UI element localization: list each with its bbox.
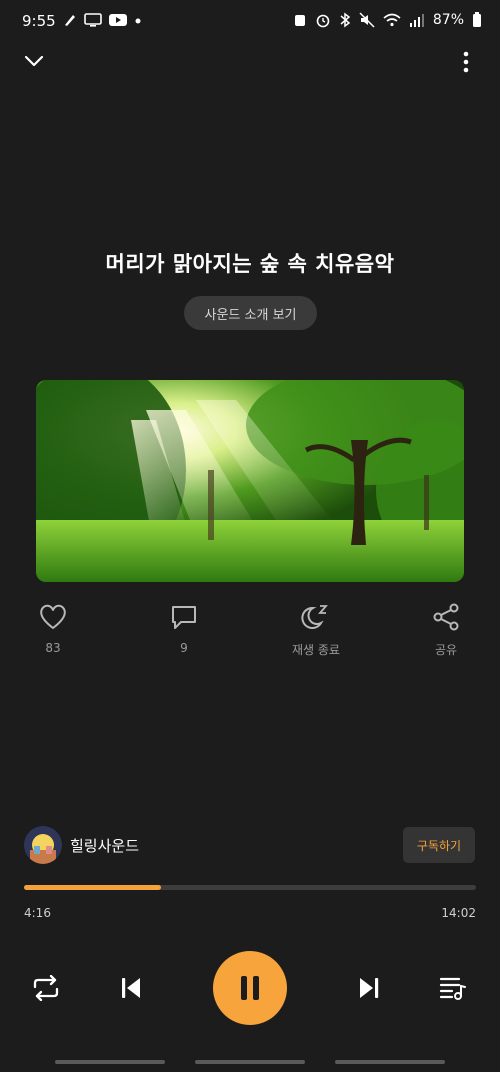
subscribe-button[interactable]: 구독하기: [403, 827, 475, 863]
collapse-button[interactable]: [20, 48, 48, 74]
repeat-icon: [33, 975, 59, 1001]
more-vertical-icon: [463, 51, 469, 73]
alarm-app-icon: [294, 15, 305, 26]
system-nav-bar: [0, 1060, 500, 1066]
more-options-button[interactable]: [454, 48, 478, 76]
tv-notification-icon: [84, 13, 102, 27]
status-left-icons: [62, 12, 142, 28]
skip-next-icon: [360, 978, 379, 998]
share-icon: [433, 603, 459, 631]
playlist-button[interactable]: [436, 972, 470, 1004]
nav-back-handle[interactable]: [335, 1060, 445, 1064]
repeat-button[interactable]: [28, 972, 64, 1004]
youtube-notification-icon: [109, 14, 127, 26]
nav-recents-handle[interactable]: [55, 1060, 165, 1064]
channel-info[interactable]: 힐링사운드: [24, 826, 139, 864]
dot-notification-icon: [135, 18, 141, 24]
sleep-timer-button[interactable]: 재생 종료: [276, 603, 356, 658]
progress-fill: [24, 885, 162, 890]
mute-icon: [359, 12, 375, 28]
pen-notification-icon: [65, 15, 75, 26]
heart-icon: [40, 604, 66, 629]
skip-previous-icon: [122, 978, 140, 998]
progress-bar[interactable]: [24, 885, 476, 890]
total-time: 14:02: [441, 906, 476, 920]
status-right-icons: 87%: [293, 12, 482, 28]
like-count: 83: [45, 641, 61, 655]
status-time: 9:55: [22, 12, 56, 30]
sound-intro-button[interactable]: 사운드 소개 보기: [184, 296, 317, 330]
signal-icon: [409, 14, 424, 27]
forest-image: [36, 380, 464, 582]
track-artwork: [36, 380, 464, 582]
battery-icon: [473, 12, 481, 27]
wifi-icon: [383, 13, 401, 27]
previous-button[interactable]: [114, 972, 148, 1004]
battery-percent: 87%: [432, 12, 464, 28]
channel-name: 힐링사운드: [70, 836, 140, 855]
channel-avatar: [24, 826, 62, 864]
comment-icon: [172, 606, 196, 629]
comment-button[interactable]: 9: [144, 603, 224, 655]
status-bar: 9:55 87%: [0, 0, 500, 44]
channel-avatar-image: [24, 826, 62, 864]
like-button[interactable]: 83: [13, 603, 93, 655]
pause-icon: [241, 976, 259, 1000]
share-button[interactable]: 공유: [406, 603, 486, 658]
action-row: 83 9 재생 종료 공유: [0, 603, 500, 673]
alarm-clock-icon: [316, 14, 330, 28]
sleep-timer-label: 재생 종료: [292, 643, 340, 657]
comment-count: 9: [180, 641, 188, 655]
next-button[interactable]: [352, 972, 386, 1004]
playlist-icon: [439, 977, 466, 1000]
share-label: 공유: [434, 643, 458, 657]
nav-home-handle[interactable]: [195, 1060, 305, 1064]
chevron-down-icon: [24, 55, 44, 67]
sleep-timer-icon: [301, 605, 328, 629]
track-title: 머리가 맑아지는 숲 속 치유음악: [105, 252, 395, 276]
current-time: 4:16: [24, 906, 51, 920]
bluetooth-icon: [340, 12, 351, 28]
pause-button[interactable]: [213, 951, 287, 1025]
